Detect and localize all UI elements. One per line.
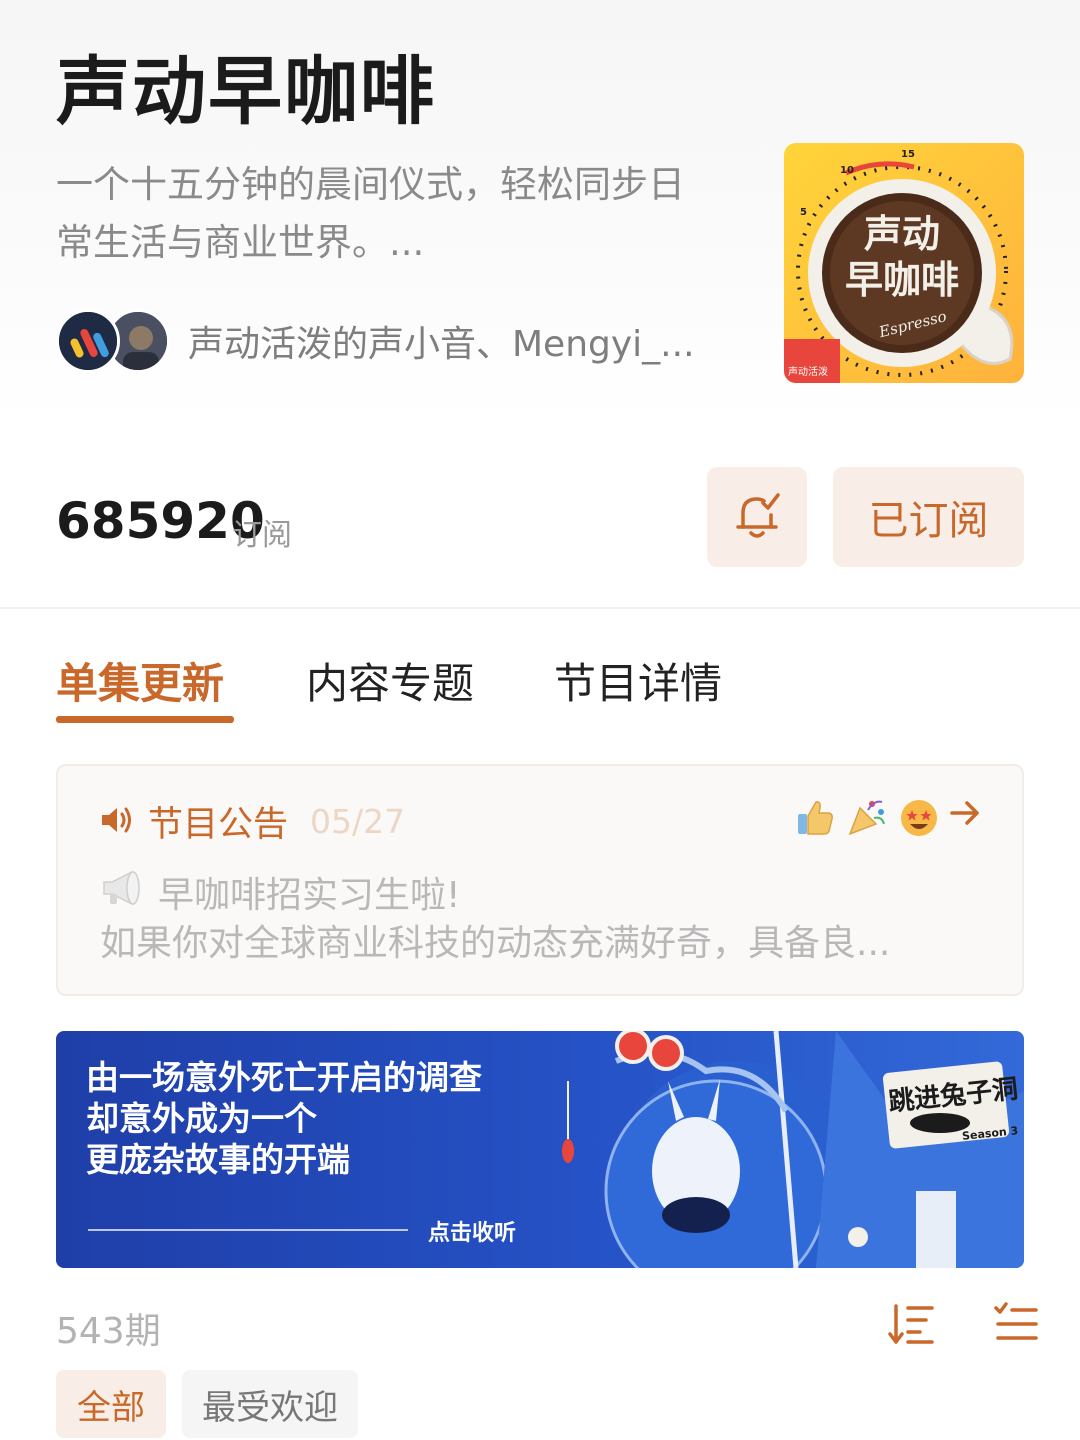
multi-select-icon[interactable] [994,1300,1040,1352]
subscribe-button[interactable]: 已订阅 [833,467,1024,567]
filter-popular-button[interactable]: 最受欢迎 [182,1370,358,1438]
podcast-description[interactable]: 一个十五分钟的晨间仪式，轻松同步日 常生活与商业世界。... [56,156,736,272]
announcement-card[interactable]: 节目公告 05/27 早咖啡招实习生啦! 如果你对全球商业科技的动态充满好奇，具… [56,764,1024,996]
star-struck-face-icon [898,796,940,842]
section-divider [0,607,1080,609]
hosts-row[interactable]: 声动活泼的声小音、Mengyi_... [56,308,695,374]
banner-divider [88,1229,408,1231]
reaction-emojis [794,796,940,842]
active-tab-indicator [56,716,234,723]
description-line-1: 一个十五分钟的晨间仪式，轻松同步日 [56,163,685,206]
host-avatar-1 [56,309,120,373]
announcement-line-1: 早咖啡招实习生啦! [158,875,461,916]
dial-label-15: 15 [901,149,915,160]
promo-banner[interactable]: 由一场意外死亡开启的调查 却意外成为一个 更庞杂故事的开端 点击收听 跳进兔子洞… [56,1031,1024,1268]
tab-topics[interactable]: 内容专题 [306,650,474,711]
party-popper-icon [846,796,888,842]
podcast-title: 声动早咖啡 [56,49,436,135]
podcast-cover[interactable]: 15 10 5 声动 早咖啡 Espresso 声动活泼 [784,143,1024,383]
dial-label-5: 5 [800,207,807,218]
notification-bell-button[interactable] [707,467,807,567]
episode-count: 543期 [56,1311,161,1352]
megaphone-icon [100,868,146,917]
arrow-right-icon[interactable] [948,796,982,834]
sort-order-icon[interactable] [888,1300,934,1352]
banner-line-2: 却意外成为一个 [86,1099,317,1138]
tab-episodes[interactable]: 单集更新 [56,650,224,711]
cover-title-line-1: 声动 [864,212,940,256]
dial-label-10: 10 [840,165,854,176]
announcement-date: 05/27 [310,802,406,841]
banner-line-1: 由一场意外死亡开启的调查 [86,1058,482,1097]
hosts-names: 声动活泼的声小音、Mengyi_... [188,324,695,365]
tab-details[interactable]: 节目详情 [554,650,722,711]
filter-all-button[interactable]: 全部 [56,1370,166,1438]
bell-check-icon [733,489,781,545]
thumbs-up-icon [794,796,836,842]
cover-title-line-2: 早咖啡 [845,258,959,302]
banner-line-3: 更庞杂故事的开端 [86,1140,350,1179]
description-line-2: 常生活与商业世界。... [56,221,425,264]
announcement-line-2: 如果你对全球商业科技的动态充满好奇，具备良... [100,923,891,964]
speaker-icon [100,805,134,839]
banner-listen-link[interactable]: 点击收听 [428,1215,516,1247]
announcement-title: 节目公告 [148,805,289,845]
subscriber-label: 订阅 [232,518,292,553]
cover-brand: 声动活泼 [788,365,828,378]
